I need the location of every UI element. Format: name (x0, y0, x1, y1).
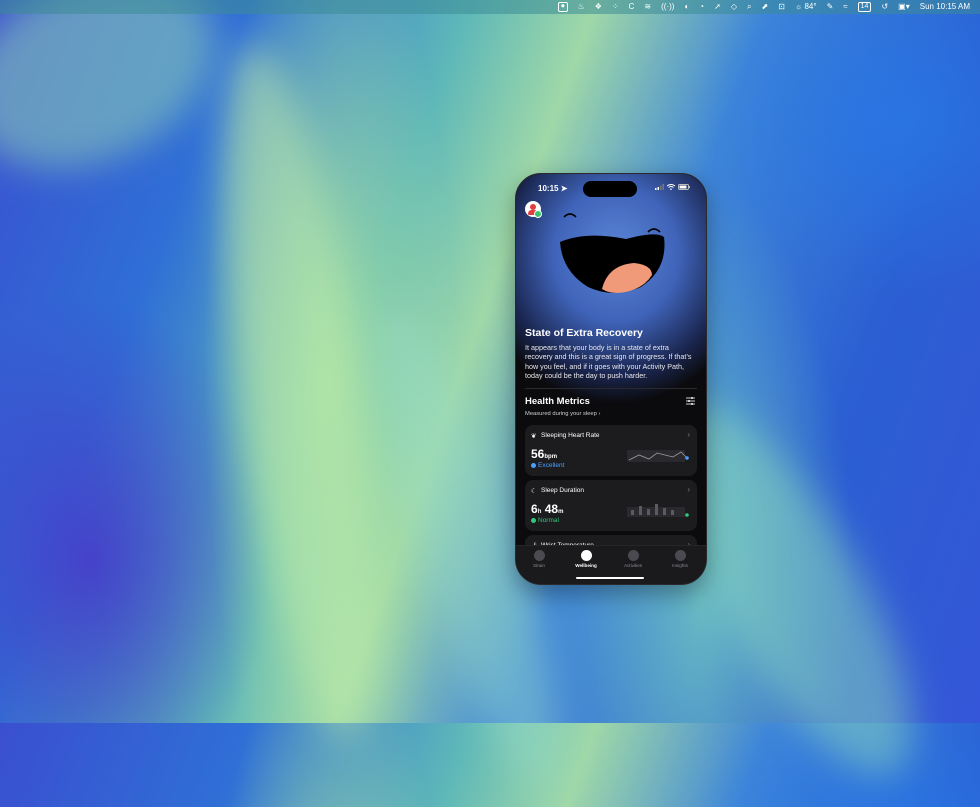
dynamic-island (583, 181, 637, 197)
home-indicator[interactable] (576, 577, 644, 579)
status-time: 10:15 ➤ (538, 184, 568, 193)
status-icons (655, 184, 690, 190)
strain-icon (533, 550, 545, 561)
card-label: Sleeping Heart Rate (541, 432, 600, 439)
health-metrics-subtitle[interactable]: Measured during your sleep › (525, 411, 600, 417)
recovery-description: It appears that your body is in a state … (525, 343, 692, 381)
wallpaper-streak (0, 0, 246, 207)
status-badge: Excellent (531, 462, 564, 469)
activities-icon (627, 550, 639, 561)
heart-rate-sparkline (627, 450, 689, 462)
dropbox-icon[interactable]: ❖ (595, 0, 602, 14)
tab-wellbeing[interactable]: Wellbeing (566, 550, 606, 568)
smiley-face-illustration (560, 213, 665, 293)
grid-icon[interactable]: ⁘ (612, 0, 619, 14)
sleep-duration-card[interactable]: ☾ Sleep Duration › 6h 48m Normal (525, 480, 697, 531)
menu-clock[interactable]: Sun 10:15 AM (920, 0, 970, 14)
wifi-icon (667, 184, 675, 190)
sleeping-heart-rate-card[interactable]: ❦ Sleeping Heart Rate › 56bpm Excellent (525, 425, 697, 476)
heart-rate-value: 56bpm (531, 447, 558, 461)
moon-icon: ☾ (531, 488, 537, 495)
health-metrics-title: Health Metrics (525, 396, 590, 407)
profile-avatar[interactable] (525, 201, 542, 218)
wifi-icon[interactable]: ≈ (843, 0, 847, 14)
chevron-right-icon: › (687, 485, 690, 494)
control-center-icon[interactable]: ▣▾ (898, 0, 910, 14)
wallpaper-streak (191, 35, 409, 745)
status-badge: Normal (531, 517, 559, 524)
tab-activities[interactable]: Activities (613, 550, 653, 568)
sleep-duration-value: 6h 48m (531, 502, 564, 516)
heart-rate-icon: ❦ (531, 433, 537, 440)
menu-bar: ⏺ ♨ ❖ ⁘ C ≋ ((·)) ◐ ◔ ➚ ◇ ⌕ ⬈ ⊡ ☼ 84° ✎ … (0, 0, 980, 14)
tab-bar: Strain Wellbeing Activities Insights (516, 545, 706, 584)
contrast-icon[interactable]: ◐ (684, 0, 689, 14)
weather-sun-icon[interactable]: ☼ 84° (795, 0, 817, 14)
pen-icon[interactable]: ✎ (827, 0, 834, 14)
layers-icon[interactable]: ◇ (731, 0, 737, 14)
flame-icon[interactable]: ♨ (578, 0, 585, 14)
card-label: Sleep Duration (541, 487, 584, 494)
screen-record-icon[interactable]: ⏺ (558, 2, 568, 12)
sleep-duration-bars (627, 504, 689, 517)
tab-insights[interactable]: Insights (660, 550, 700, 568)
phone-status-bar: 10:15 ➤ (516, 181, 706, 197)
iphone-window[interactable]: 10:15 ➤ State of Extra Recovery It appea… (515, 173, 707, 585)
time-machine-icon[interactable]: ↺ (881, 0, 888, 14)
pie-icon[interactable]: ◔ (699, 0, 704, 14)
divider (525, 388, 697, 389)
temperature: 84° (804, 2, 817, 11)
calendar-icon[interactable]: 14 (857, 2, 872, 12)
recovery-title: State of Extra Recovery (525, 327, 643, 339)
stripes-icon[interactable]: ≋ (644, 0, 651, 14)
broadcast-icon[interactable]: ((·)) (661, 0, 674, 14)
cleaner-icon[interactable]: C (629, 0, 635, 14)
cursor-icon[interactable]: ⬈ (761, 0, 768, 14)
rocket-icon[interactable]: ➚ (714, 0, 721, 14)
chevron-right-icon: › (687, 430, 690, 439)
insights-grid-icon (674, 550, 686, 561)
filter-icon[interactable] (686, 397, 695, 405)
signal-icon (655, 184, 664, 190)
screenshot-icon[interactable]: ⊡ (778, 0, 785, 14)
tab-strain[interactable]: Strain (519, 550, 559, 568)
wellbeing-icon (580, 550, 592, 561)
avatar-status-badge (534, 210, 542, 218)
battery-icon (678, 184, 690, 190)
search-icon[interactable]: ⌕ (747, 0, 751, 14)
